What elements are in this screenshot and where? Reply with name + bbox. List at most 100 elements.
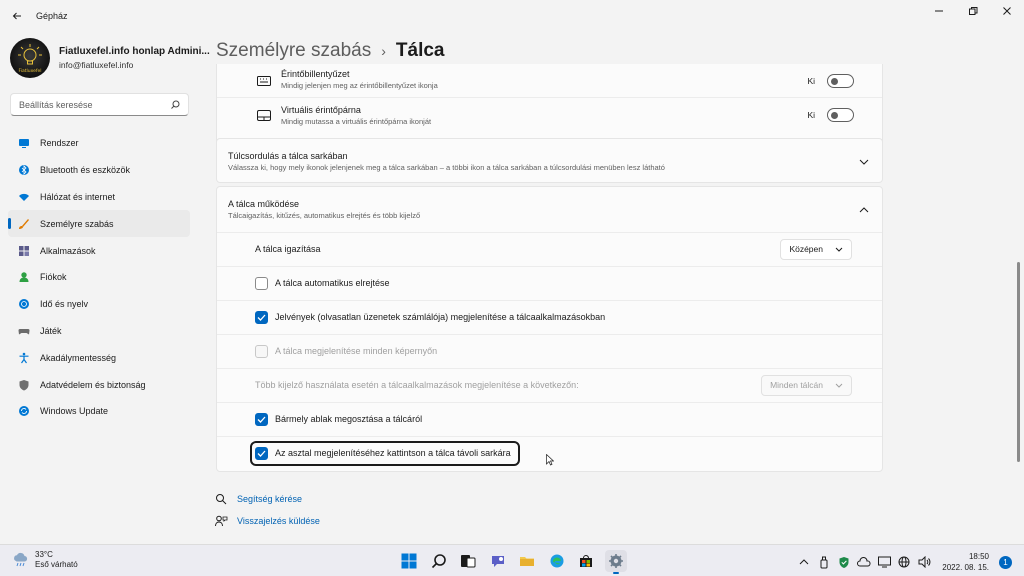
start-button[interactable] bbox=[398, 550, 420, 572]
overflow-subtitle: Válassza ki, hogy mely ikonok jelenjenek… bbox=[228, 163, 665, 172]
maximize-button[interactable] bbox=[956, 0, 990, 22]
search-taskbar-button[interactable] bbox=[428, 550, 450, 572]
sidebar-item-apps[interactable]: Alkalmazások bbox=[8, 237, 190, 264]
sidebar-item-accounts[interactable]: Fiókok bbox=[8, 264, 190, 291]
clock-time: 18:50 bbox=[968, 552, 989, 561]
file-explorer-button[interactable] bbox=[516, 550, 538, 572]
all-displays-label: A tálca megjelenítése minden képernyőn bbox=[275, 346, 438, 356]
store-icon bbox=[580, 555, 592, 567]
task-view-icon bbox=[461, 555, 476, 568]
taskbar-apps bbox=[398, 550, 634, 574]
share-window-row[interactable]: Bármely ablak megosztása a tálcáról bbox=[217, 402, 882, 436]
user-profile[interactable]: Fiatluxefel Fiatluxefel.info honlap Admi… bbox=[10, 38, 210, 78]
bluetooth-icon bbox=[18, 164, 30, 176]
logo-text: Fiatluxefel bbox=[18, 68, 41, 74]
sidebar-item-rendszer[interactable]: Rendszer bbox=[8, 130, 190, 157]
task-view-button[interactable] bbox=[457, 550, 479, 572]
show-hidden-icons-button[interactable] bbox=[796, 553, 812, 571]
multi-display-label: Több kijelző használata esetén a tálcaal… bbox=[255, 380, 579, 390]
multi-display-row: Több kijelző használata esetén a tálcaal… bbox=[217, 368, 882, 402]
minimize-button[interactable] bbox=[922, 0, 956, 22]
autohide-checkbox[interactable] bbox=[255, 276, 268, 290]
settings-app-button[interactable] bbox=[604, 550, 627, 574]
alignment-dropdown[interactable]: Középen bbox=[780, 238, 852, 260]
sidebar-item-time-language[interactable]: Idő és nyelv bbox=[8, 291, 190, 318]
arrow-left-icon bbox=[12, 12, 21, 20]
temperature: 33°C bbox=[35, 550, 53, 559]
chevron-down-icon bbox=[835, 383, 843, 388]
apps-icon bbox=[18, 245, 30, 257]
touch-keyboard-subtitle: Mindig jelenjen meg az érintőbillentyűze… bbox=[281, 80, 438, 90]
update-icon bbox=[18, 405, 30, 417]
feedback-icon bbox=[214, 514, 228, 528]
virtual-touchpad-subtitle: Mindig mutassa a virtuális érintőpárna i… bbox=[281, 116, 432, 126]
sidebar-item-label: Idő és nyelv bbox=[40, 299, 89, 310]
security-shield-icon bbox=[839, 556, 849, 568]
clock[interactable]: 18:50 2022. 08. 15. bbox=[942, 551, 989, 573]
autohide-row[interactable]: A tálca automatikus elrejtése bbox=[217, 266, 882, 300]
nav-list: Rendszer Bluetooth és eszközök Hálózat é… bbox=[8, 130, 190, 425]
chevron-up-icon bbox=[799, 559, 809, 565]
sidebar-item-gaming[interactable]: Játék bbox=[8, 318, 190, 345]
touch-keyboard-toggle[interactable] bbox=[827, 74, 854, 88]
all-displays-row: A tálca megjelenítése minden képernyőn bbox=[217, 334, 882, 368]
close-icon bbox=[1003, 7, 1011, 15]
sidebar-item-windows-update[interactable]: Windows Update bbox=[8, 398, 190, 425]
virtual-touchpad-toggle[interactable] bbox=[827, 108, 854, 122]
sidebar-item-label: Fiókok bbox=[40, 272, 67, 283]
display-tray-button[interactable] bbox=[876, 553, 892, 571]
back-button[interactable] bbox=[2, 0, 32, 32]
sidebar-item-network[interactable]: Hálózat és internet bbox=[8, 184, 190, 211]
accessibility-icon bbox=[18, 352, 30, 364]
badges-checkbox[interactable] bbox=[255, 310, 268, 324]
windows-logo-icon bbox=[401, 553, 417, 569]
weather-widget[interactable]: 33°C Eső várható bbox=[12, 550, 78, 570]
sidebar-item-accessibility[interactable]: Akadálymentesség bbox=[8, 344, 190, 371]
breadcrumb: Személyre szabás › Tálca bbox=[216, 40, 445, 62]
usb-drive-icon bbox=[820, 556, 828, 568]
badges-row[interactable]: Jelvények (olvasatlan üzenetek számlálój… bbox=[217, 300, 882, 334]
weather-description: Eső várható bbox=[35, 560, 78, 569]
sidebar-item-personalization[interactable]: Személyre szabás bbox=[8, 210, 190, 238]
sidebar-item-bluetooth[interactable]: Bluetooth és eszközök bbox=[8, 157, 190, 184]
search-icon bbox=[431, 554, 446, 569]
get-help-label: Segítség kérése bbox=[237, 494, 303, 504]
monitor-icon bbox=[877, 556, 891, 568]
give-feedback-link[interactable]: Visszajelzés küldése bbox=[214, 510, 320, 532]
chat-button[interactable] bbox=[487, 550, 509, 572]
overflow-row[interactable]: Túlcsordulás a tálca sarkában Válassza k… bbox=[217, 139, 882, 184]
behaviors-title: A tálca működése bbox=[228, 199, 300, 209]
touch-keyboard-title: Érintőbillentyűzet bbox=[281, 68, 350, 79]
volume-tray-button[interactable] bbox=[916, 553, 932, 571]
sidebar-item-label: Alkalmazások bbox=[40, 245, 96, 256]
breadcrumb-separator: › bbox=[381, 43, 386, 59]
mouse-cursor-icon bbox=[546, 454, 554, 466]
taskbar-corner-overflow-card[interactable]: Túlcsordulás a tálca sarkában Válassza k… bbox=[216, 138, 883, 183]
behaviors-header[interactable]: A tálca működése Tálcaigazítás, kitűzés,… bbox=[217, 187, 882, 232]
virtual-touchpad-row[interactable]: Virtuális érintőpárna Mindig mutassa a v… bbox=[217, 98, 882, 132]
sidebar-item-label: Adatvédelem és biztonság bbox=[40, 379, 146, 390]
sidebar-item-privacy[interactable]: Adatvédelem és biztonság bbox=[8, 371, 190, 398]
scrollbar-thumb[interactable] bbox=[1017, 262, 1020, 462]
security-tray-button[interactable] bbox=[836, 553, 852, 571]
network-tray-button[interactable] bbox=[896, 553, 912, 571]
autohide-label: A tálca automatikus elrejtése bbox=[275, 278, 390, 288]
touch-keyboard-row[interactable]: Érintőbillentyűzet Mindig jelenjen meg a… bbox=[217, 66, 882, 96]
breadcrumb-parent[interactable]: Személyre szabás bbox=[216, 40, 371, 62]
get-help-link[interactable]: Segítség kérése bbox=[214, 488, 320, 510]
cloud-icon bbox=[857, 557, 871, 567]
store-button[interactable] bbox=[575, 550, 597, 572]
help-links: Segítség kérése Visszajelzés küldése bbox=[214, 488, 320, 532]
edge-button[interactable] bbox=[546, 550, 568, 572]
profile-email: info@fiatluxefel.info bbox=[59, 60, 134, 70]
close-button[interactable] bbox=[990, 0, 1024, 22]
share-window-checkbox[interactable] bbox=[255, 412, 268, 426]
settings-search[interactable]: Beállítás keresése bbox=[10, 93, 189, 116]
virtual-touchpad-title: Virtuális érintőpárna bbox=[281, 104, 361, 115]
touchpad-icon bbox=[257, 108, 271, 122]
usb-tray-button[interactable] bbox=[816, 553, 832, 571]
notification-badge[interactable]: 1 bbox=[999, 555, 1012, 569]
onedrive-tray-button[interactable] bbox=[856, 553, 872, 571]
search-placeholder: Beállítás keresése bbox=[19, 99, 93, 110]
speaker-icon bbox=[918, 556, 931, 568]
